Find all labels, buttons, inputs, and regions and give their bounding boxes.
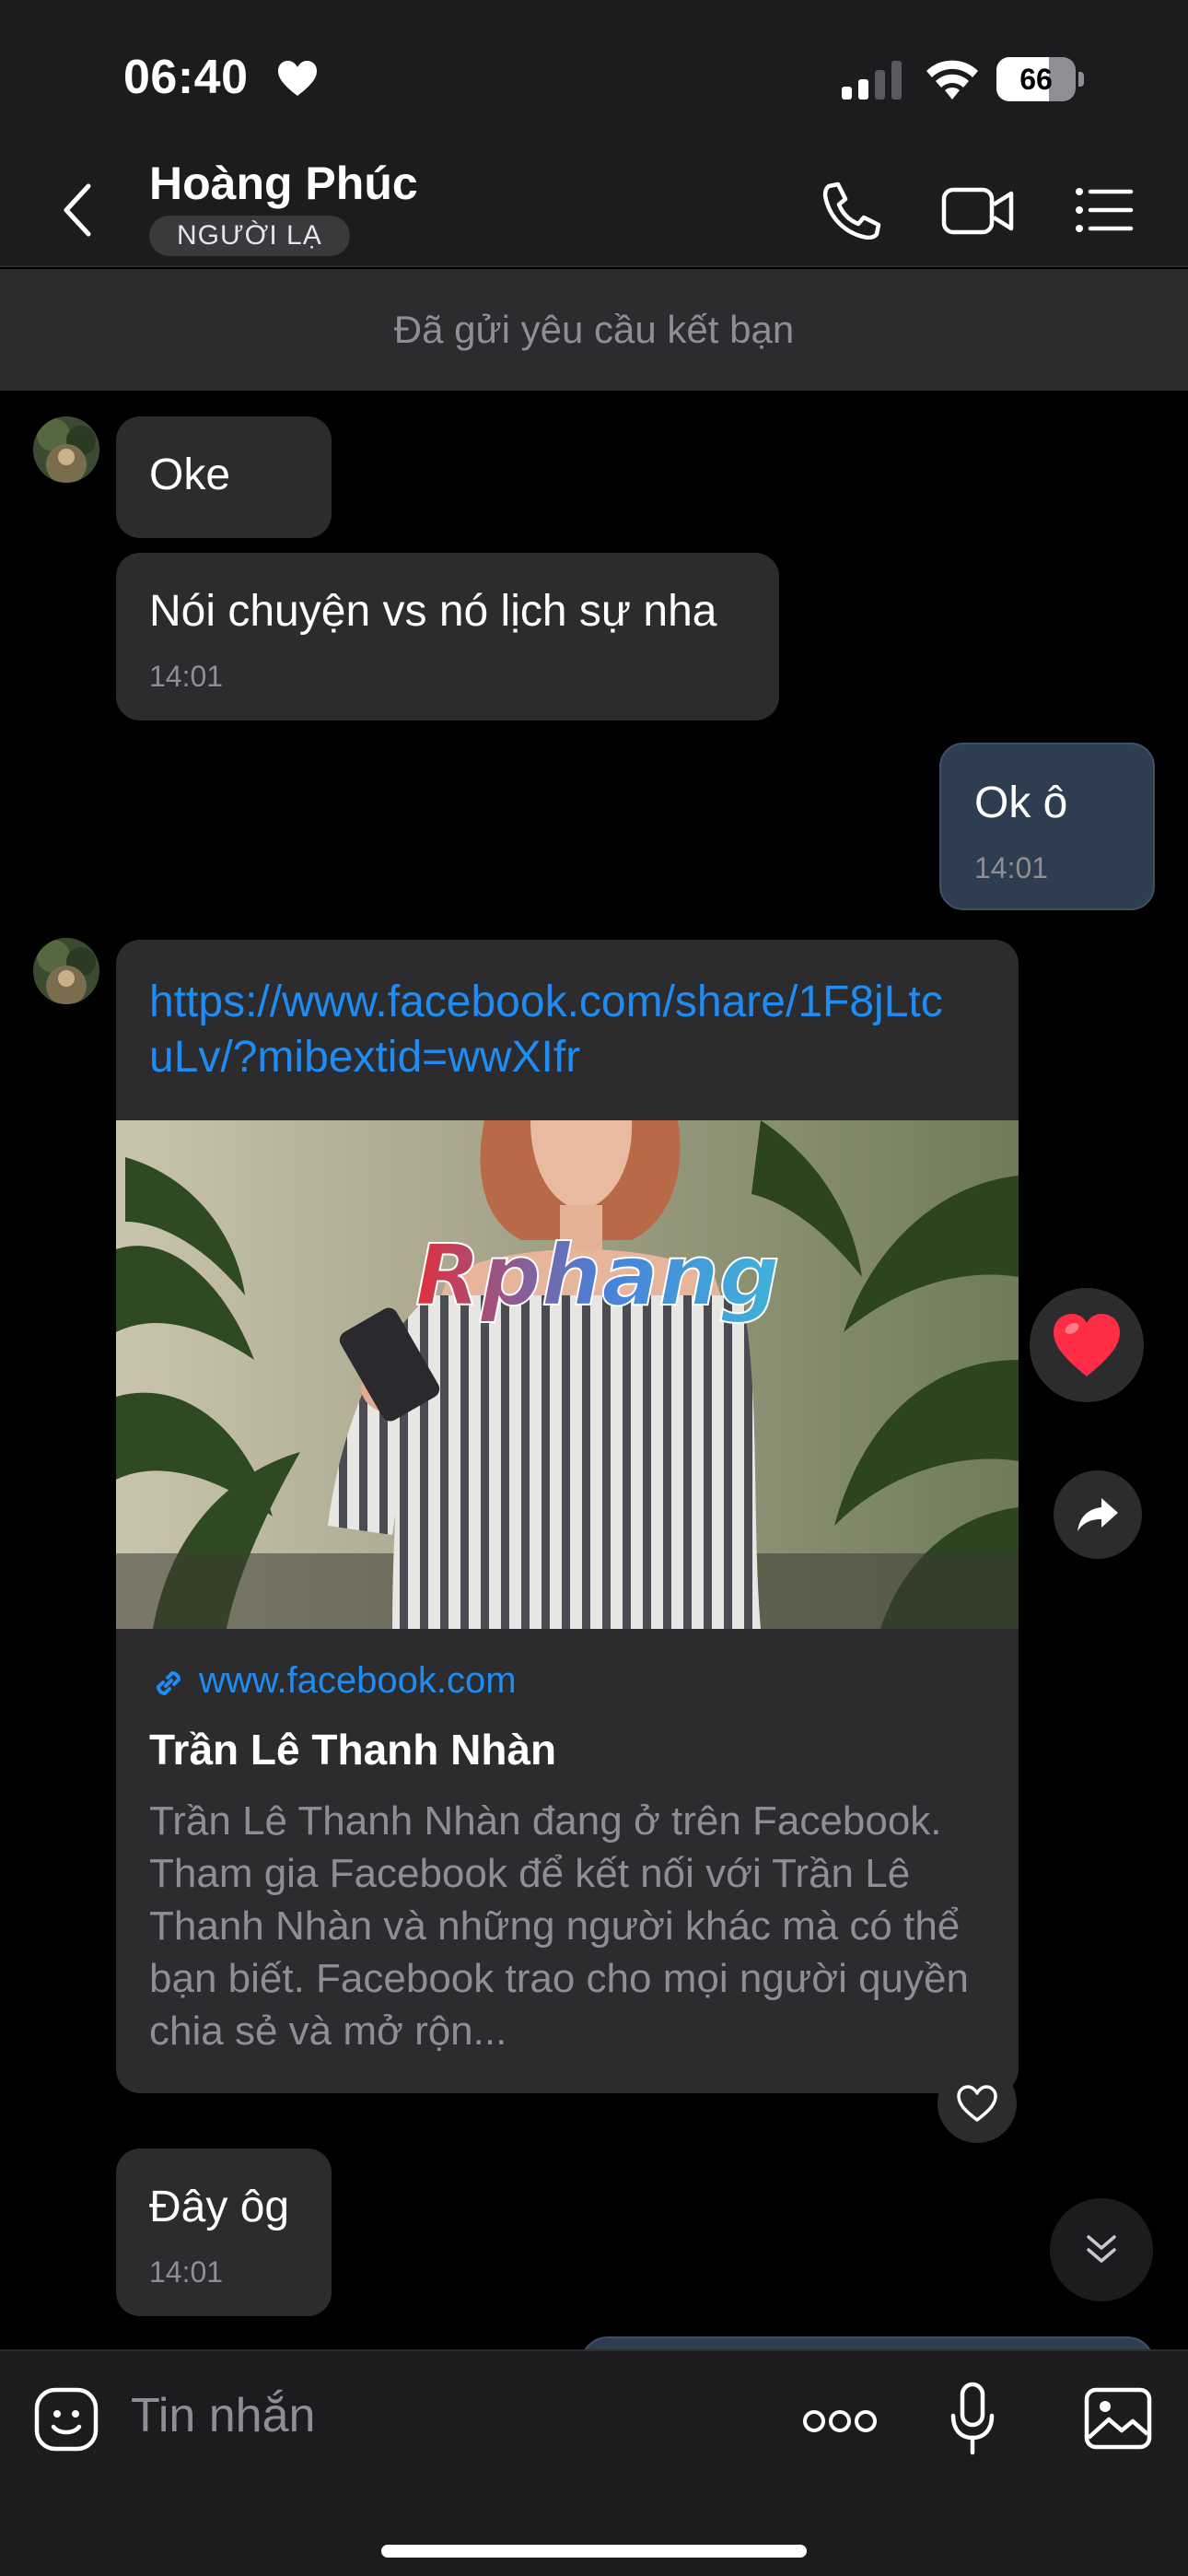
heart-outline-icon [957, 2085, 997, 2122]
photo-gallery-icon[interactable] [1083, 2386, 1153, 2451]
heart-reaction-button[interactable] [1030, 1288, 1144, 1402]
friend-request-text: Đã gửi yêu cầu kết bạn [393, 308, 795, 351]
microphone-icon[interactable] [949, 2381, 996, 2458]
message-text: Oke [149, 451, 231, 499]
link-title: Trần Lê Thanh Nhàn [149, 1726, 557, 1774]
link-description: Trần Lê Thanh Nhàn đang ở trên Facebook.… [149, 1798, 969, 2054]
friend-request-bar: Đã gửi yêu cầu kết bạn [0, 269, 1188, 391]
wifi-icon [926, 60, 978, 100]
avatar[interactable] [33, 938, 99, 1004]
heart-status-icon [278, 61, 317, 96]
message-bubble-incoming[interactable]: Oke [116, 416, 332, 538]
preview-watermark: Rphang [415, 1226, 780, 1325]
status-time: 06:40 [123, 51, 249, 104]
message-composer: Tin nhắn [0, 2349, 1188, 2576]
signal-icon [842, 61, 902, 100]
scroll-to-bottom-button[interactable] [1050, 2198, 1153, 2301]
stranger-badge: NGƯỜI LẠ [149, 216, 350, 256]
message-text: Nói chuyện vs nó lịch sự nha [149, 587, 717, 636]
message-time: 14:01 [974, 851, 1049, 884]
like-button[interactable] [938, 2064, 1017, 2143]
link-preview-image[interactable]: Rphang [116, 1120, 1019, 1629]
home-indicator [381, 2545, 807, 2558]
message-time: 14:01 [149, 660, 224, 693]
back-icon[interactable] [55, 181, 101, 240]
link-message-bubble[interactable]: https://www.facebook.com/share/1F8jLtcuL… [116, 940, 1019, 2093]
video-call-icon[interactable] [941, 181, 1015, 240]
link-url[interactable]: https://www.facebook.com/share/1F8jLtcuL… [149, 975, 960, 1085]
emoji-sticker-icon[interactable] [33, 2386, 99, 2453]
phone-icon[interactable] [816, 181, 884, 240]
menu-icon[interactable] [1074, 181, 1135, 240]
share-forward-icon [1077, 1498, 1118, 1531]
link-domain[interactable]: www.facebook.com [199, 1660, 517, 1702]
status-bar: 06:40 66 [0, 0, 1188, 147]
message-text: Ok ô [974, 779, 1068, 827]
message-bubble-incoming[interactable]: Đây ôg 14:01 [116, 2149, 332, 2316]
share-forward-button[interactable] [1054, 1470, 1142, 1559]
message-bubble-outgoing[interactable]: Ok ô 14:01 [939, 743, 1155, 910]
link-icon [156, 1670, 181, 1696]
message-text: Đây ôg [149, 2183, 290, 2231]
heart-reaction-icon [1054, 1314, 1120, 1376]
message-bubble-incoming[interactable]: Nói chuyện vs nó lịch sự nha 14:01 [116, 553, 779, 720]
message-time: 14:01 [149, 2255, 224, 2289]
avatar[interactable] [33, 416, 99, 483]
chat-header: Hoàng Phúc NGƯỜI LẠ [0, 147, 1188, 267]
battery-icon: 66 [996, 57, 1085, 101]
chat-screen: 06:40 66 Hoàng Phúc NGƯỜI LẠ Đã gửi yêu … [0, 0, 1188, 2576]
contact-name[interactable]: Hoàng Phúc [149, 157, 418, 210]
chevron-double-down-icon [1087, 2235, 1116, 2263]
message-input[interactable]: Tin nhắn [131, 2388, 315, 2443]
battery-level: 66 [1019, 63, 1053, 96]
more-options-icon[interactable] [801, 2405, 879, 2438]
